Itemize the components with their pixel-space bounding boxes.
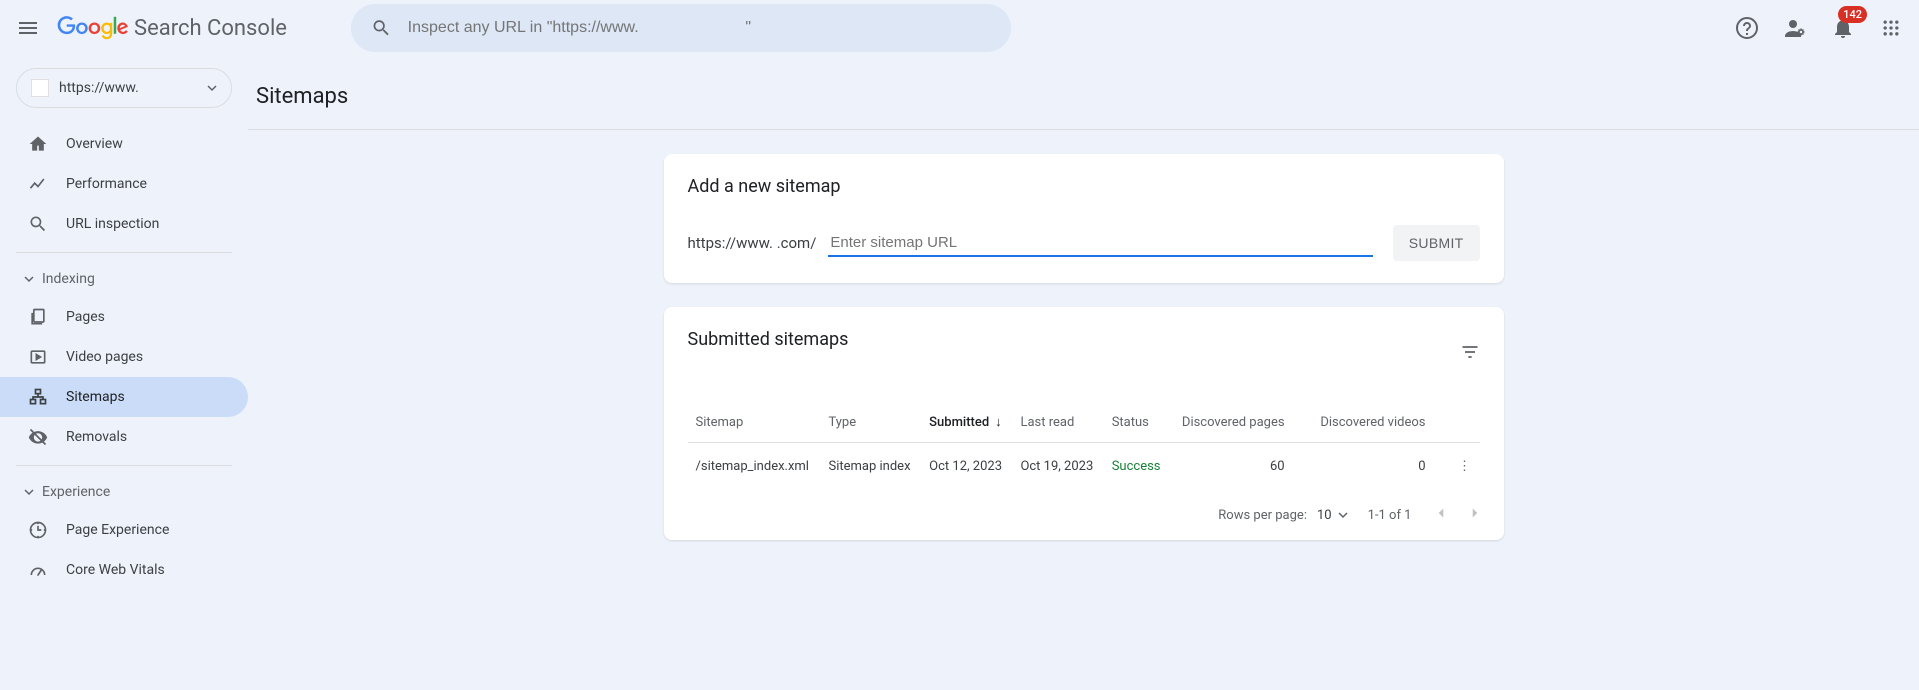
apps-grid-icon[interactable]	[1879, 16, 1903, 40]
rows-per-page-select[interactable]: 10	[1317, 508, 1348, 523]
sidebar-section-experience[interactable]: Experience	[0, 474, 248, 510]
sidebar-section-indexing[interactable]: Indexing	[0, 261, 248, 297]
app-logo[interactable]: Search Console	[56, 16, 287, 41]
sidebar-item-url-inspection[interactable]: URL inspection	[0, 204, 248, 244]
col-last-read[interactable]: Last read	[1012, 402, 1103, 443]
chevron-down-icon	[24, 274, 34, 284]
chevron-down-icon	[207, 83, 217, 93]
col-discovered-videos[interactable]: Discovered videos	[1309, 402, 1450, 443]
sidebar-item-overview[interactable]: Overview	[0, 124, 248, 164]
sitemap-url-prefix: https://www. .com/	[688, 234, 817, 252]
rows-per-page-label: Rows per page:	[1218, 508, 1307, 523]
app-header: Search Console 142	[0, 0, 1919, 56]
url-inspect-search[interactable]	[351, 4, 1011, 52]
sidebar-item-pages[interactable]: Pages	[0, 297, 248, 337]
cell-last-read: Oct 19, 2023	[1012, 443, 1103, 491]
google-logo-icon	[56, 16, 130, 40]
col-discovered-pages[interactable]: Discovered pages	[1170, 402, 1308, 443]
pagination-range: 1-1 of 1	[1368, 508, 1412, 523]
sidebar: https://www. Overview Performance URL in…	[0, 56, 248, 590]
sitemaps-table: Sitemap Type Submitted↓ Last read Status…	[688, 402, 1480, 490]
search-icon	[371, 17, 392, 39]
sidebar-item-video-pages[interactable]: Video pages	[0, 337, 248, 377]
sidebar-item-page-experience[interactable]: Page Experience	[0, 510, 248, 550]
notifications-badge: 142	[1838, 6, 1867, 23]
next-page-icon[interactable]	[1466, 504, 1484, 526]
cell-type: Sitemap index	[820, 443, 921, 491]
table-footer: Rows per page: 10 1-1 of 1	[664, 490, 1504, 540]
help-icon[interactable]	[1735, 16, 1759, 40]
sidebar-item-performance[interactable]: Performance	[0, 164, 248, 204]
chevron-down-icon	[24, 487, 34, 497]
notifications-icon[interactable]: 142	[1831, 16, 1855, 40]
property-label: https://www.	[59, 80, 197, 96]
sort-down-icon: ↓	[995, 415, 1002, 430]
chevron-down-icon	[1338, 510, 1348, 520]
cell-status: Success	[1104, 443, 1171, 491]
col-status[interactable]: Status	[1104, 402, 1171, 443]
page-title: Sitemaps	[256, 84, 1887, 109]
table-row[interactable]: /sitemap_index.xml Sitemap index Oct 12,…	[688, 443, 1480, 491]
cell-submitted: Oct 12, 2023	[921, 443, 1012, 491]
main-content: Sitemaps Add a new sitemap https://www. …	[248, 56, 1919, 590]
cell-discovered-pages: 60	[1170, 443, 1308, 491]
submitted-sitemaps-card: Submitted sitemaps Sitemap Type Submitte…	[664, 307, 1504, 540]
sidebar-item-core-web-vitals[interactable]: Core Web Vitals	[0, 550, 248, 590]
submitted-sitemaps-title: Submitted sitemaps	[688, 329, 849, 350]
prev-page-icon[interactable]	[1432, 504, 1450, 526]
add-sitemap-card: Add a new sitemap https://www. .com/ SUB…	[664, 154, 1504, 283]
cell-sitemap: /sitemap_index.xml	[688, 443, 821, 491]
col-sitemap[interactable]: Sitemap	[688, 402, 821, 443]
row-actions-icon[interactable]: ⋮	[1450, 443, 1480, 491]
filter-icon[interactable]	[1460, 342, 1480, 366]
cell-discovered-videos: 0	[1309, 443, 1450, 491]
col-submitted[interactable]: Submitted↓	[921, 402, 1012, 443]
property-favicon	[31, 79, 49, 97]
app-name: Search Console	[134, 16, 287, 41]
sidebar-item-removals[interactable]: Removals	[0, 417, 248, 457]
property-selector[interactable]: https://www.	[16, 68, 232, 108]
col-type[interactable]: Type	[820, 402, 921, 443]
user-settings-icon[interactable]	[1783, 16, 1807, 40]
add-sitemap-title: Add a new sitemap	[688, 176, 1480, 197]
sidebar-item-sitemaps[interactable]: Sitemaps	[0, 377, 248, 417]
url-inspect-input[interactable]	[408, 19, 991, 37]
submit-sitemap-button[interactable]: SUBMIT	[1393, 225, 1480, 261]
sitemap-url-input[interactable]	[828, 230, 1372, 257]
menu-icon[interactable]	[16, 16, 40, 40]
